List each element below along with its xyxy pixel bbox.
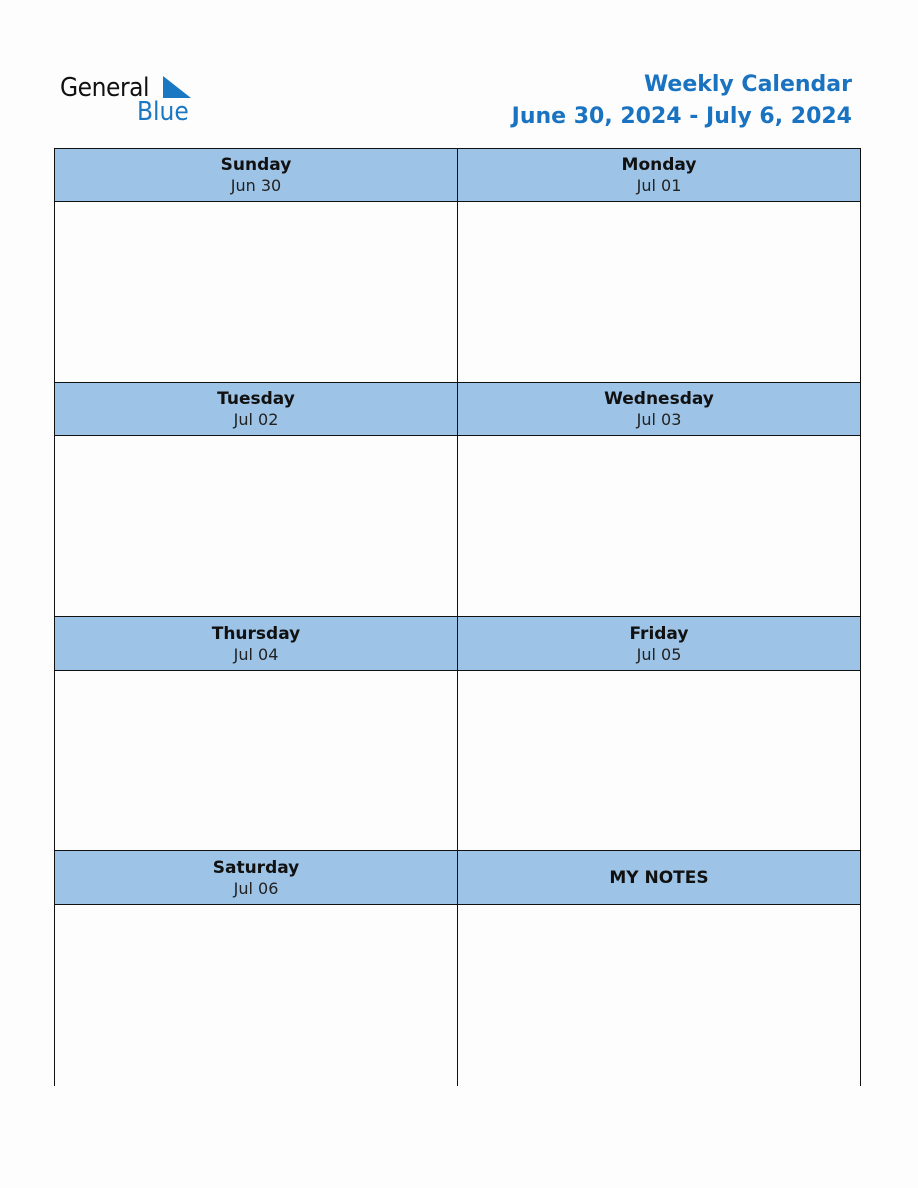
day-header-saturday: Saturday Jul 06 [55,851,458,905]
day-date: Jul 03 [636,410,682,429]
notes-header: MY NOTES [458,851,860,905]
general-blue-logo: General Blue [60,72,200,132]
calendar-title-block: Weekly Calendar June 30, 2024 - July 6, … [512,70,852,134]
day-name: Wednesday [604,389,714,409]
day-date: Jun 30 [230,176,282,195]
page-title: Weekly Calendar [643,72,852,97]
day-body-monday[interactable] [458,202,860,383]
notes-label: MY NOTES [609,867,709,888]
day-header-monday: Monday Jul 01 [458,149,860,202]
day-name: Sunday [220,155,292,175]
day-name: Monday [621,155,697,175]
day-header-thursday: Thursday Jul 04 [55,617,458,671]
notes-body[interactable] [458,905,860,1086]
day-body-saturday[interactable] [55,905,458,1086]
day-header-friday: Friday Jul 05 [458,617,860,671]
day-date: Jul 02 [233,410,279,429]
day-body-friday[interactable] [458,671,860,851]
day-date: Jul 05 [636,644,682,664]
day-date: Jul 01 [636,176,682,195]
day-body-thursday[interactable] [55,671,458,851]
weekly-calendar-grid: Sunday Jun 30 Monday Jul 01 Tuesday Jul … [54,148,861,1086]
day-name: Tuesday [217,389,295,409]
day-header-wednesday: Wednesday Jul 03 [458,383,860,436]
day-header-sunday: Sunday Jun 30 [55,149,458,202]
day-body-tuesday[interactable] [55,436,458,617]
logo-word-blue: Blue [137,97,189,127]
day-date: Jul 04 [233,644,279,664]
day-name: Friday [629,623,689,644]
day-name: Thursday [211,623,301,644]
day-header-tuesday: Tuesday Jul 02 [55,383,458,436]
day-date: Jul 06 [233,878,279,898]
logo-word-general: General [60,73,150,103]
day-name: Saturday [212,857,300,878]
triangle-flag-icon [163,76,191,98]
day-body-sunday[interactable] [55,202,458,383]
day-body-wednesday[interactable] [458,436,860,617]
date-range: June 30, 2024 - July 6, 2024 [511,104,852,129]
